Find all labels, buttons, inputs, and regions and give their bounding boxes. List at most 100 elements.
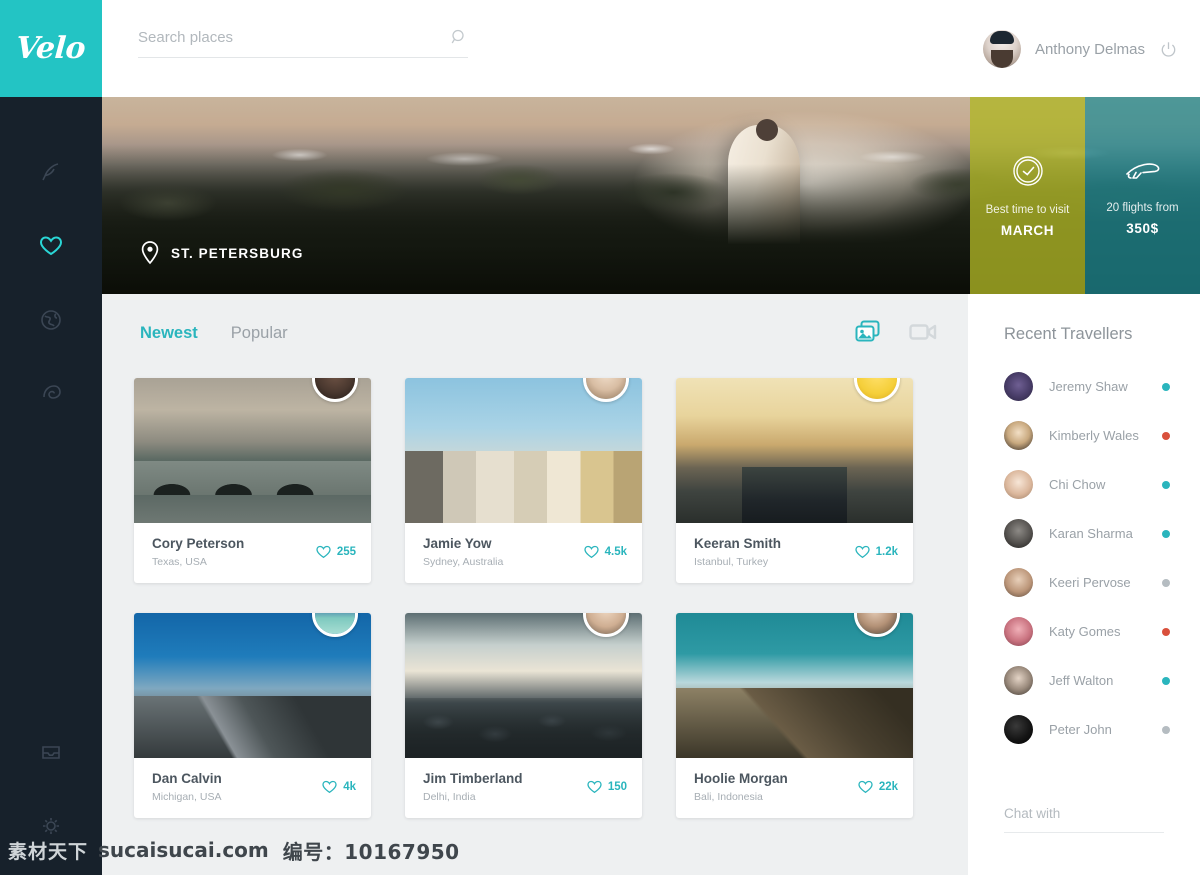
traveller-name: Peter John [1049, 722, 1162, 737]
traveller-name: Katy Gomes [1049, 624, 1162, 639]
card-likes[interactable]: 22k [858, 780, 898, 794]
card-item[interactable]: Hoolie Morgan Bali, Indonesia 22k [676, 613, 913, 818]
card-photo [405, 613, 642, 758]
card-avatar[interactable] [312, 613, 358, 637]
chat-search-bar[interactable] [1004, 805, 1164, 833]
list-item[interactable]: Chi Chow [968, 460, 1200, 509]
card-place: Sydney, Australia [423, 556, 503, 568]
card-photo [134, 613, 371, 758]
card-likes-count: 255 [337, 546, 356, 558]
spiral-icon [38, 381, 64, 407]
user-menu[interactable]: Anthony Delmas [983, 30, 1178, 68]
search-icon[interactable] [450, 28, 468, 46]
card-text: Keeran Smith Istanbul, Turkey [694, 536, 781, 568]
brand-name: Velo [15, 31, 86, 66]
card-name: Keeran Smith [694, 536, 781, 551]
sidebar-item-inbox[interactable] [0, 715, 102, 789]
brand-logo[interactable]: Velo [0, 0, 102, 97]
top-header: Anthony Delmas [102, 0, 1200, 97]
list-item[interactable]: Katy Gomes [968, 607, 1200, 656]
card-name: Cory Peterson [152, 536, 244, 551]
best-time-panel[interactable]: Best time to visit MARCH [970, 97, 1085, 294]
status-badge [1162, 677, 1170, 685]
card-item[interactable]: Jim Timberland Delhi, India 150 [405, 613, 642, 818]
card-avatar[interactable] [312, 378, 358, 402]
watermark: 素材天下 sucaisucai.com 编号：10167950 [0, 833, 1200, 867]
sidebar-item-explore[interactable] [0, 283, 102, 357]
list-item[interactable]: Karan Sharma [968, 509, 1200, 558]
left-sidebar: Velo [0, 0, 102, 875]
traveller-name: Keeri Pervose [1049, 575, 1162, 590]
sidebar-item-spiral[interactable] [0, 357, 102, 431]
card-item[interactable]: Dan Calvin Michigan, USA 4k [134, 613, 371, 818]
list-item[interactable]: Jeff Walton [968, 656, 1200, 705]
globe-icon [38, 307, 64, 333]
card-text: Cory Peterson Texas, USA [152, 536, 244, 568]
card-info: Jamie Yow Sydney, Australia 4.5k [405, 523, 642, 583]
avatar [1004, 421, 1033, 450]
avatar[interactable] [983, 30, 1021, 68]
clock-icon [1011, 154, 1045, 188]
avatar [1004, 519, 1033, 548]
card-avatar[interactable] [854, 613, 900, 637]
search-input[interactable] [138, 29, 450, 46]
card-avatar[interactable] [854, 378, 900, 402]
card-photo [676, 613, 913, 758]
status-badge [1162, 530, 1170, 538]
avatar [1004, 666, 1033, 695]
status-badge [1162, 432, 1170, 440]
card-item[interactable]: Jamie Yow Sydney, Australia 4.5k [405, 378, 642, 583]
list-item[interactable]: Kimberly Wales [968, 411, 1200, 460]
heart-icon [587, 780, 602, 794]
card-likes[interactable]: 4k [322, 780, 356, 794]
card-likes[interactable]: 1.2k [855, 545, 898, 559]
flights-panel[interactable]: 20 flights from 350$ [1085, 97, 1200, 294]
card-name: Jim Timberland [423, 771, 523, 786]
card-text: Dan Calvin Michigan, USA [152, 771, 222, 803]
watermark-id: 编号：10167950 [283, 836, 460, 865]
right-panel: Recent Travellers Jeremy Shaw Kimberly W… [968, 294, 1200, 875]
chat-search-input[interactable] [1004, 806, 1181, 821]
sidebar-item-favorites[interactable] [0, 209, 102, 283]
card-place: Istanbul, Turkey [694, 556, 781, 568]
card-item[interactable]: Cory Peterson Texas, USA 255 [134, 378, 371, 583]
app-root: Velo [0, 0, 1200, 875]
photos-icon[interactable] [855, 320, 881, 344]
list-item[interactable]: Keeri Pervose [968, 558, 1200, 607]
status-badge [1162, 383, 1170, 391]
card-name: Dan Calvin [152, 771, 222, 786]
card-item[interactable]: Keeran Smith Istanbul, Turkey 1.2k [676, 378, 913, 583]
card-likes[interactable]: 150 [587, 780, 627, 794]
video-icon[interactable] [909, 321, 937, 343]
status-badge [1162, 726, 1170, 734]
card-avatar[interactable] [583, 378, 629, 402]
card-avatar[interactable] [583, 613, 629, 637]
card-name: Hoolie Morgan [694, 771, 788, 786]
card-info: Keeran Smith Istanbul, Turkey 1.2k [676, 523, 913, 583]
card-place: Delhi, India [423, 791, 523, 803]
main-content: Newest Popular [102, 294, 968, 875]
card-photo [676, 378, 913, 523]
status-badge [1162, 481, 1170, 489]
card-likes-count: 150 [608, 781, 627, 793]
search-bar[interactable] [138, 28, 468, 58]
sidebar-item-feather[interactable] [0, 135, 102, 209]
traveller-name: Jeremy Shaw [1049, 379, 1162, 394]
list-item[interactable]: Jeremy Shaw [968, 362, 1200, 411]
tab-newest[interactable]: Newest [140, 324, 198, 343]
heart-icon [316, 545, 331, 559]
heart-icon [322, 780, 337, 794]
traveller-name: Karan Sharma [1049, 526, 1162, 541]
recent-travellers-title: Recent Travellers [1004, 325, 1132, 344]
heart-icon [584, 545, 599, 559]
card-photo [405, 378, 642, 523]
tab-popular[interactable]: Popular [231, 324, 288, 343]
avatar [1004, 617, 1033, 646]
watermark-site: sucaisucai.com [98, 838, 269, 862]
list-item[interactable]: Peter John [968, 705, 1200, 754]
card-likes[interactable]: 255 [316, 545, 356, 559]
card-place: Bali, Indonesia [694, 791, 788, 803]
best-time-value: MARCH [1001, 223, 1054, 238]
power-icon[interactable] [1159, 40, 1178, 59]
card-likes[interactable]: 4.5k [584, 545, 627, 559]
